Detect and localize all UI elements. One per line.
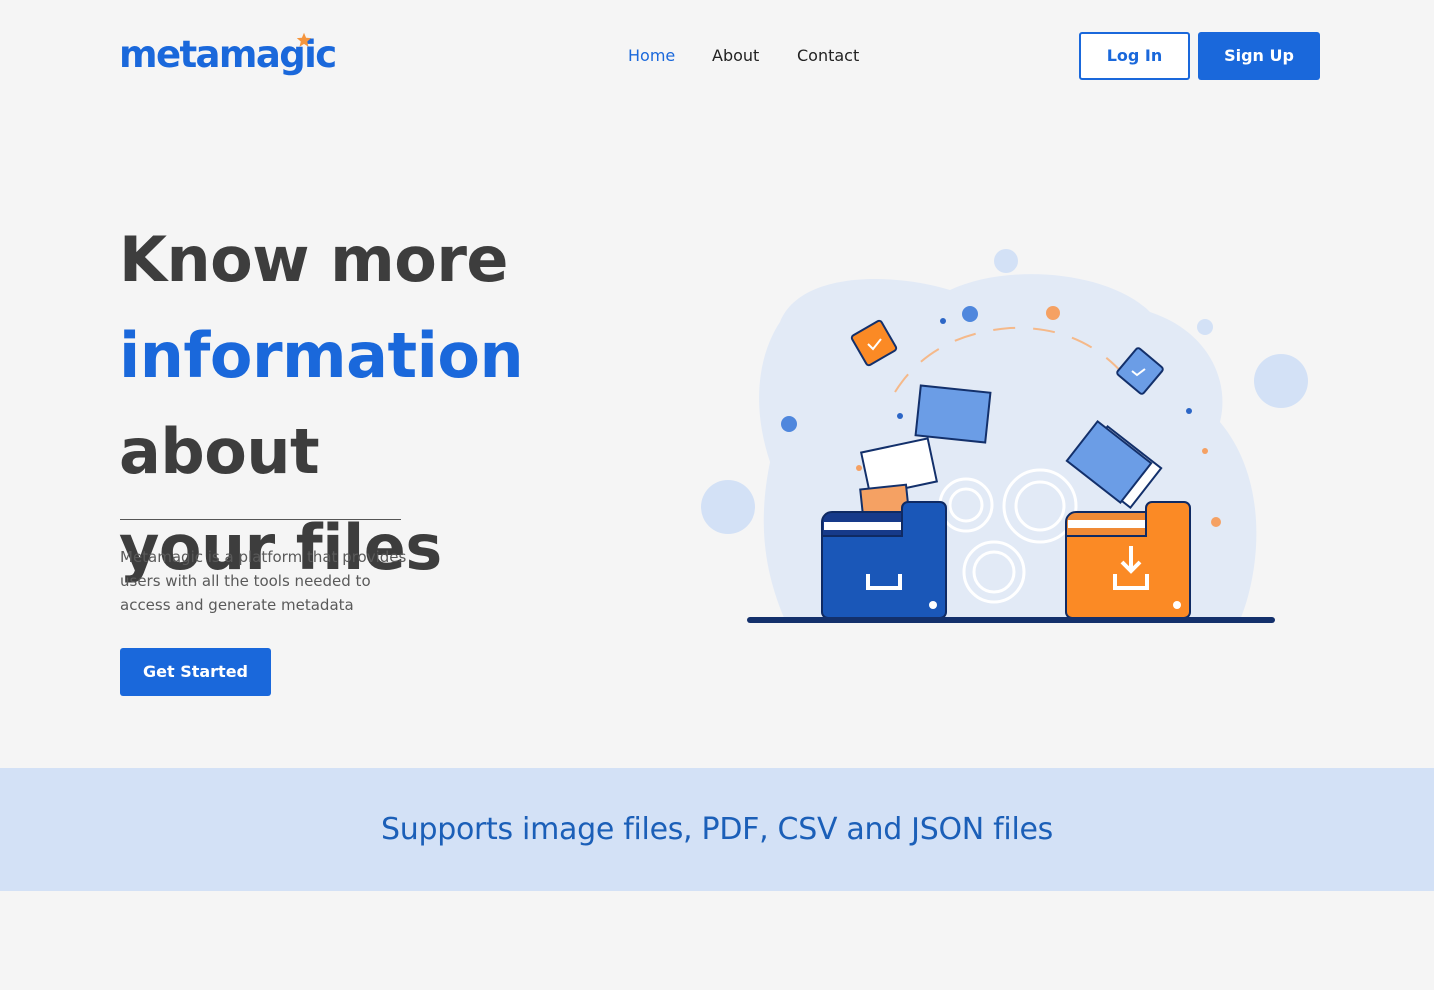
decor-dot	[1186, 408, 1192, 414]
decor-circle	[701, 480, 755, 534]
hero-illustration	[701, 249, 1308, 623]
hero-divider	[120, 519, 401, 520]
decor-circle	[994, 249, 1018, 273]
get-started-button[interactable]: Get Started	[120, 648, 271, 696]
logo-star-icon	[296, 32, 312, 47]
nav-contact-link[interactable]: Contact	[797, 44, 859, 68]
decor-dot	[940, 318, 946, 324]
decor-dot	[781, 416, 797, 432]
decor-circle	[1254, 354, 1308, 408]
hero-title: Know more information about your files	[119, 212, 699, 596]
decor-dot	[1211, 517, 1221, 527]
nav-home-link[interactable]: Home	[628, 44, 675, 68]
download-folder-icon	[1065, 501, 1191, 619]
decor-circle	[1197, 319, 1213, 335]
hero-title-accent: information	[119, 319, 524, 392]
nav-about-link[interactable]: About	[712, 44, 759, 68]
decor-dot	[1046, 306, 1060, 320]
hero-description: Metamagic is a platform that provides us…	[120, 548, 407, 614]
hero-title-line1: Know more	[119, 223, 508, 296]
decor-dot	[962, 306, 978, 322]
upload-folder-icon	[821, 501, 947, 619]
decor-dot	[1202, 448, 1208, 454]
signup-button[interactable]: Sign Up	[1198, 32, 1320, 80]
site-header: metamagic Home About Contact Log In Sign…	[0, 0, 1434, 112]
decor-dot	[856, 465, 862, 471]
supported-files-banner: Supports image files, PDF, CSV and JSON …	[0, 768, 1434, 891]
supported-files-text: Supports image files, PDF, CSV and JSON …	[381, 812, 1053, 847]
login-button[interactable]: Log In	[1079, 32, 1190, 80]
decor-dot	[897, 413, 903, 419]
hero-title-line2: about	[119, 415, 320, 488]
